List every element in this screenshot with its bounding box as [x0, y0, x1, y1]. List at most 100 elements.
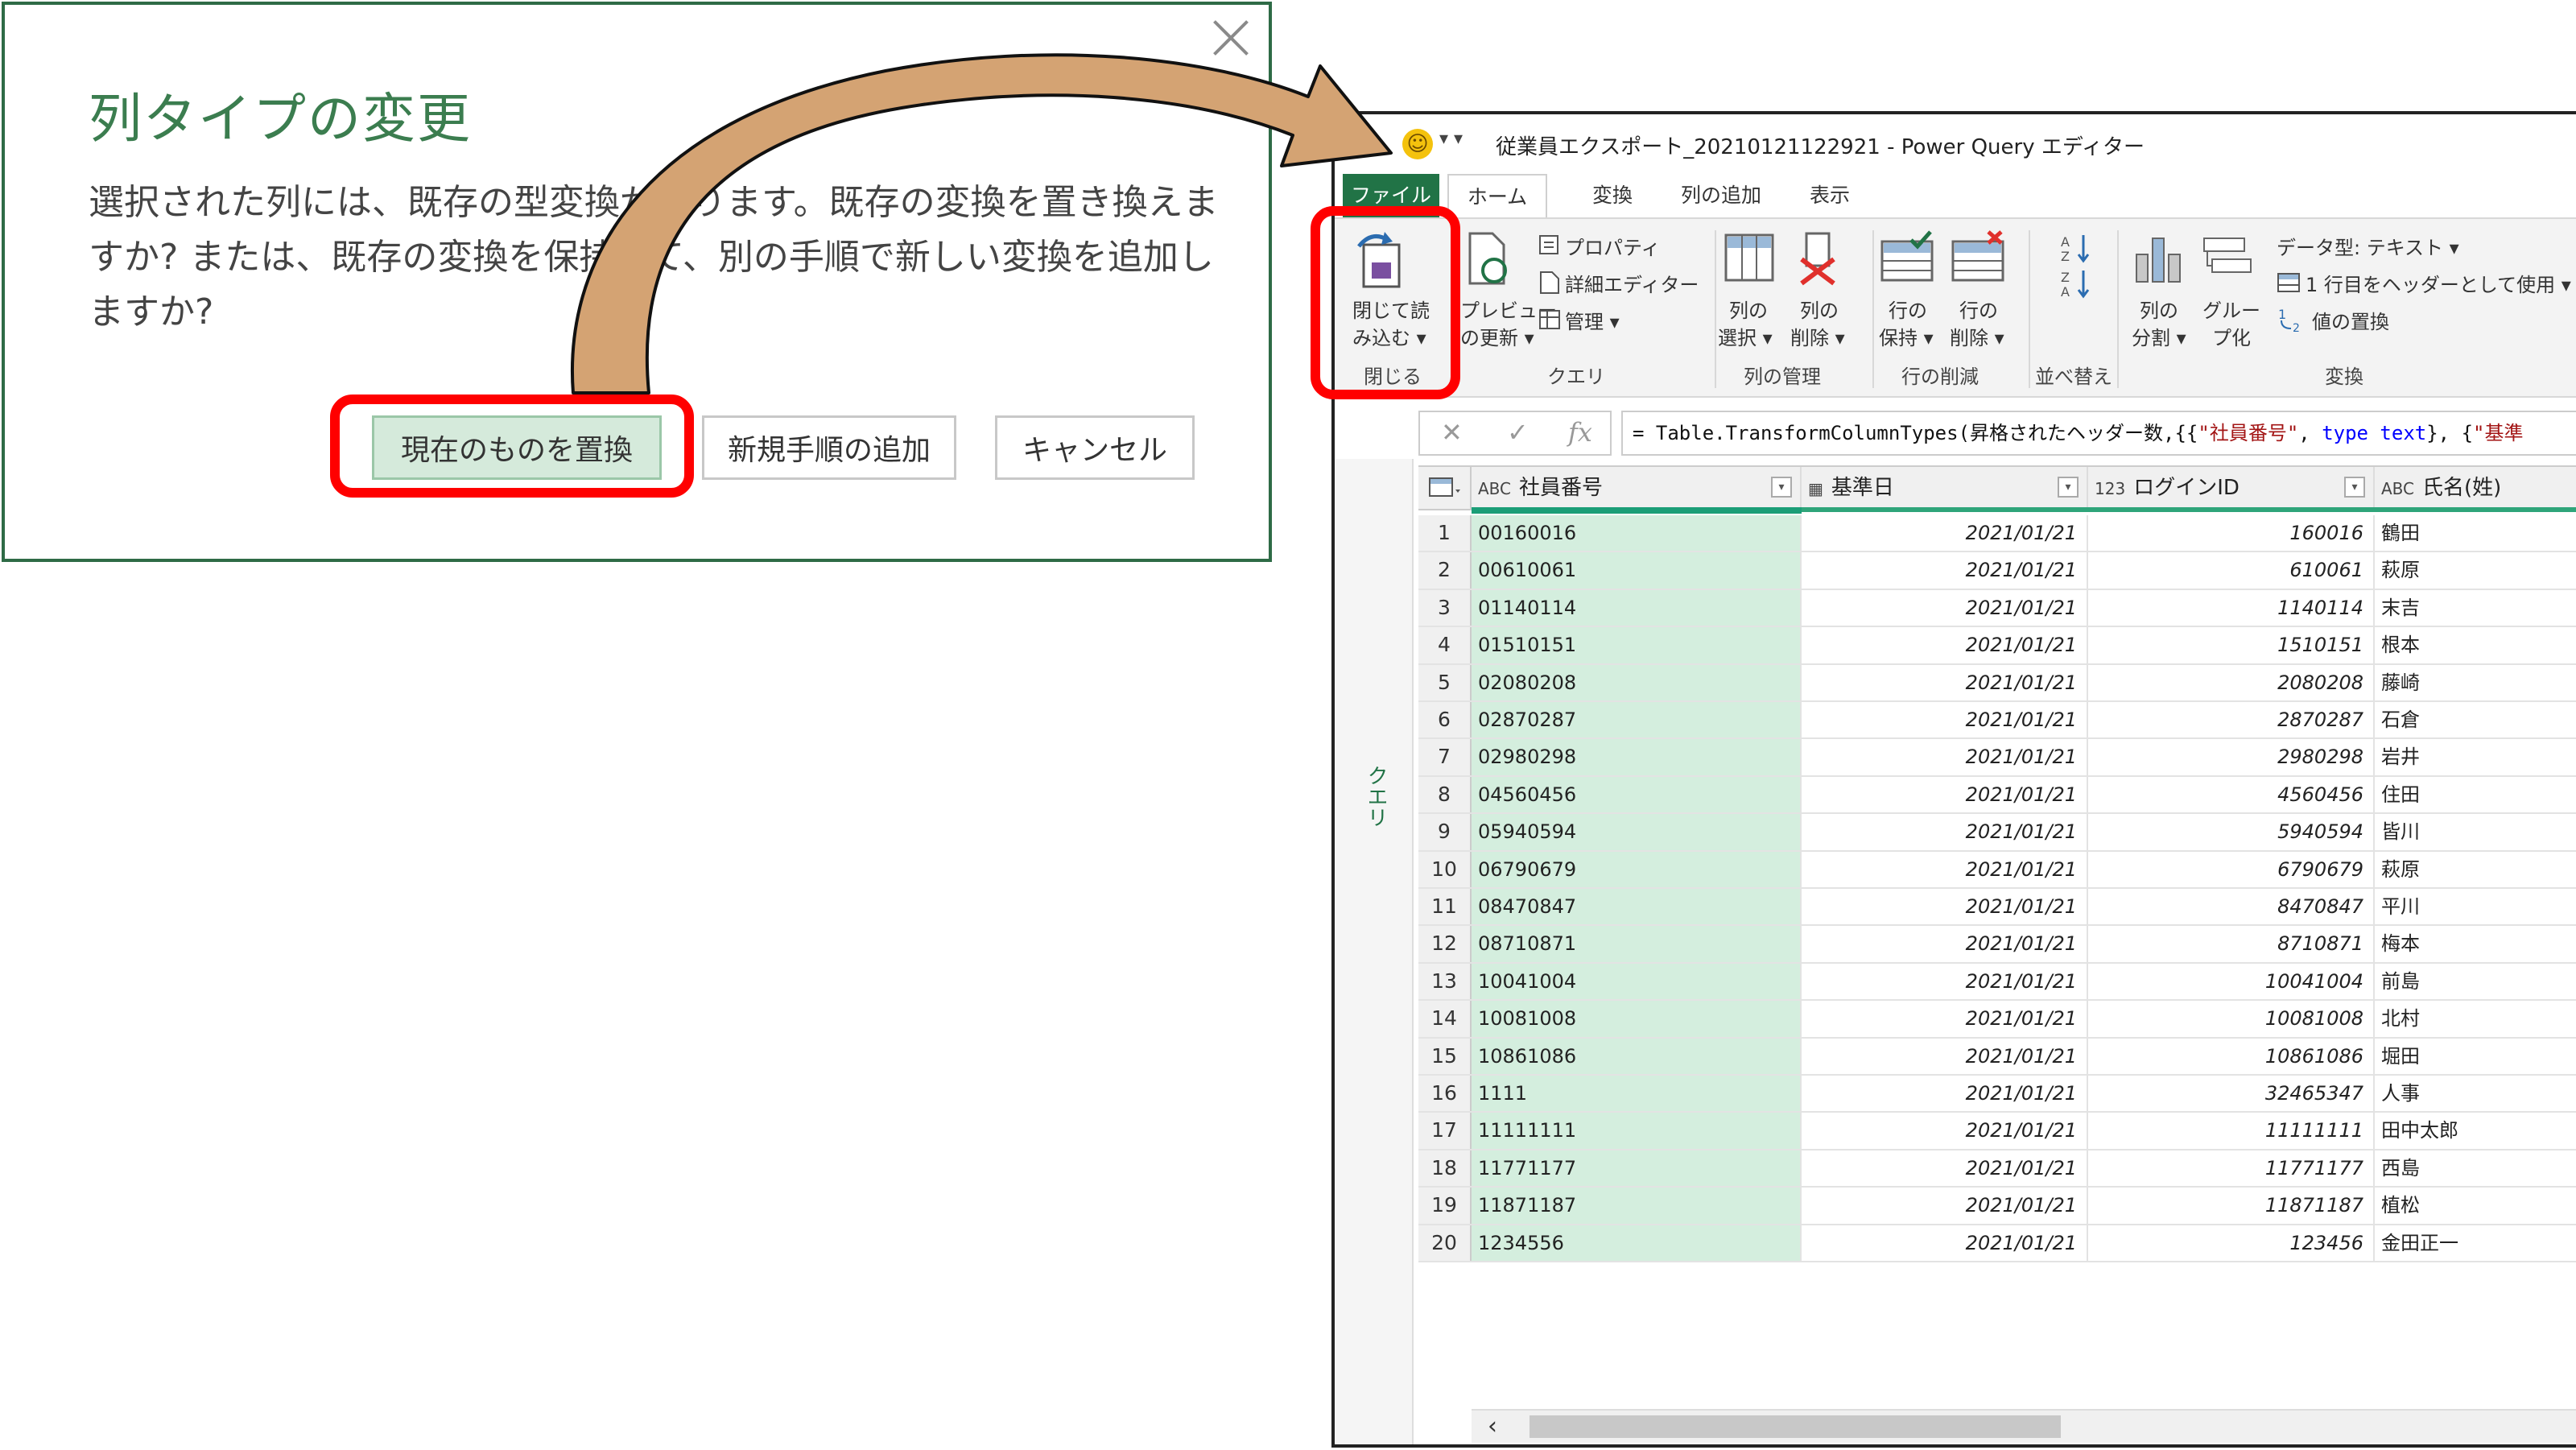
- confirm-formula-icon[interactable]: ✓: [1507, 417, 1529, 448]
- employee-id-cell[interactable]: 00610061: [1472, 552, 1802, 589]
- last-name-cell[interactable]: 金田正一: [2375, 1225, 2576, 1261]
- row-number[interactable]: 15: [1418, 1038, 1472, 1074]
- login-id-cell[interactable]: 6790679: [2088, 851, 2375, 887]
- fx-icon[interactable]: fx: [1568, 417, 1592, 448]
- row-number[interactable]: 9: [1418, 814, 1472, 850]
- last-name-cell[interactable]: 前島: [2375, 964, 2576, 999]
- base-date-cell[interactable]: 2021/01/21: [1802, 552, 2088, 589]
- last-name-cell[interactable]: 岩井: [2375, 739, 2576, 775]
- login-id-cell[interactable]: 11871187: [2088, 1188, 2375, 1224]
- table-row[interactable]: 11 08470847 2021/01/21 8470847 平川: [1418, 889, 2576, 927]
- employee-id-cell[interactable]: 10041004: [1472, 963, 1802, 1000]
- row-number[interactable]: 5: [1418, 664, 1472, 700]
- base-date-cell[interactable]: 2021/01/21: [1802, 702, 2088, 738]
- table-row[interactable]: 1 00160016 2021/01/21 160016 鶴田: [1418, 515, 2576, 553]
- table-row[interactable]: 14 10081008 2021/01/21 10081008 北村: [1418, 1001, 2576, 1039]
- login-id-cell[interactable]: 8470847: [2088, 889, 2375, 925]
- employee-id-cell[interactable]: 01140114: [1472, 589, 1802, 626]
- last-name-cell[interactable]: 根本: [2375, 627, 2576, 663]
- row-number[interactable]: 10: [1418, 851, 1472, 887]
- login-id-cell[interactable]: 11771177: [2088, 1150, 2375, 1187]
- last-name-cell[interactable]: 末吉: [2375, 590, 2576, 626]
- login-id-cell[interactable]: 10081008: [2088, 1001, 2375, 1037]
- row-number[interactable]: 2: [1418, 552, 1472, 589]
- employee-id-cell[interactable]: 11871187: [1472, 1188, 1802, 1224]
- cancel-formula-icon[interactable]: ✕: [1441, 417, 1463, 448]
- number-type-icon[interactable]: 123: [2095, 479, 2125, 498]
- row-number[interactable]: 12: [1418, 926, 1472, 962]
- row-number[interactable]: 4: [1418, 627, 1472, 663]
- row-number[interactable]: 13: [1418, 963, 1472, 1000]
- base-date-cell[interactable]: 2021/01/21: [1802, 1150, 2088, 1187]
- base-date-cell[interactable]: 2021/01/21: [1802, 739, 2088, 775]
- data-type-dropdown[interactable]: データ型: テキスト ▾: [2277, 232, 2459, 260]
- base-date-cell[interactable]: 2021/01/21: [1802, 515, 2088, 551]
- table-row[interactable]: 3 01140114 2021/01/21 1140114 末吉: [1418, 589, 2576, 628]
- base-date-cell[interactable]: 2021/01/21: [1802, 776, 2088, 813]
- last-name-cell[interactable]: 人事: [2375, 1076, 2576, 1111]
- last-name-cell[interactable]: 藤崎: [2375, 665, 2576, 700]
- last-name-cell[interactable]: 西島: [2375, 1150, 2576, 1186]
- table-row[interactable]: 17 11111111 2021/01/21 11111111 田中太郎: [1418, 1113, 2576, 1150]
- filter-dropdown-icon[interactable]: ▾: [1771, 477, 1792, 498]
- last-name-cell[interactable]: 鶴田: [2375, 515, 2576, 551]
- login-id-cell[interactable]: 160016: [2088, 515, 2375, 551]
- row-number[interactable]: 19: [1418, 1188, 1472, 1224]
- row-number[interactable]: 11: [1418, 889, 1472, 925]
- base-date-cell[interactable]: 2021/01/21: [1802, 963, 2088, 1000]
- employee-id-cell[interactable]: 00160016: [1472, 515, 1802, 551]
- table-row[interactable]: 16 1111 2021/01/21 32465347 人事: [1418, 1076, 2576, 1113]
- last-name-cell[interactable]: 梅本: [2375, 926, 2576, 961]
- login-id-cell[interactable]: 10041004: [2088, 963, 2375, 1000]
- tab-add-column[interactable]: 列の追加: [1665, 174, 1777, 217]
- employee-id-cell[interactable]: 1111: [1472, 1076, 1802, 1112]
- queries-pane-label[interactable]: クエリ: [1359, 765, 1391, 828]
- employee-id-cell[interactable]: 04560456: [1472, 776, 1802, 813]
- table-menu-icon[interactable]: [1418, 467, 1472, 509]
- last-name-cell[interactable]: 田中太郎: [2375, 1113, 2576, 1148]
- login-id-cell[interactable]: 610061: [2088, 552, 2375, 589]
- filter-dropdown-icon[interactable]: ▾: [2058, 477, 2079, 498]
- column-header-base-date[interactable]: ▦ 基準日 ▾: [1802, 467, 2088, 509]
- base-date-cell[interactable]: 2021/01/21: [1802, 1113, 2088, 1149]
- tab-view[interactable]: 表示: [1790, 174, 1870, 217]
- table-row[interactable]: 15 10861086 2021/01/21 10861086 堀田: [1418, 1038, 2576, 1076]
- row-number[interactable]: 16: [1418, 1076, 1472, 1112]
- scrollbar-thumb[interactable]: [1530, 1415, 2061, 1438]
- date-type-icon[interactable]: ▦: [1808, 479, 1823, 498]
- login-id-cell[interactable]: 2980298: [2088, 739, 2375, 775]
- row-number[interactable]: 1: [1418, 515, 1472, 551]
- login-id-cell[interactable]: 2870287: [2088, 702, 2375, 738]
- close-icon[interactable]: [1212, 19, 1249, 56]
- base-date-cell[interactable]: 2021/01/21: [1802, 664, 2088, 700]
- row-number[interactable]: 17: [1418, 1113, 1472, 1149]
- employee-id-cell[interactable]: 11111111: [1472, 1113, 1802, 1149]
- login-id-cell[interactable]: 10861086: [2088, 1038, 2375, 1074]
- employee-id-cell[interactable]: 02980298: [1472, 739, 1802, 775]
- login-id-cell[interactable]: 123456: [2088, 1225, 2375, 1261]
- column-header-employee-id[interactable]: ABC 社員番号 ▾: [1472, 467, 1802, 509]
- last-name-cell[interactable]: 萩原: [2375, 552, 2576, 588]
- login-id-cell[interactable]: 4560456: [2088, 776, 2375, 813]
- login-id-cell[interactable]: 32465347: [2088, 1076, 2375, 1112]
- employee-id-cell[interactable]: 02080208: [1472, 664, 1802, 700]
- formula-input[interactable]: = Table.TransformColumnTypes(昇格されたヘッダー数,…: [1621, 411, 2576, 456]
- base-date-cell[interactable]: 2021/01/21: [1802, 589, 2088, 626]
- row-number[interactable]: 18: [1418, 1150, 1472, 1187]
- login-id-cell[interactable]: 2080208: [2088, 664, 2375, 700]
- login-id-cell[interactable]: 8710871: [2088, 926, 2375, 962]
- base-date-cell[interactable]: 2021/01/21: [1802, 926, 2088, 962]
- column-header-login-id[interactable]: 123 ログインID ▾: [2088, 467, 2375, 509]
- last-name-cell[interactable]: 堀田: [2375, 1039, 2576, 1074]
- employee-id-cell[interactable]: 10861086: [1472, 1038, 1802, 1074]
- base-date-cell[interactable]: 2021/01/21: [1802, 1225, 2088, 1261]
- text-type-icon[interactable]: ABC: [2381, 479, 2414, 498]
- login-id-cell[interactable]: 5940594: [2088, 814, 2375, 850]
- last-name-cell[interactable]: 北村: [2375, 1001, 2576, 1036]
- tab-home[interactable]: ホーム: [1447, 174, 1547, 217]
- employee-id-cell[interactable]: 1234556: [1472, 1225, 1802, 1261]
- row-number[interactable]: 3: [1418, 589, 1472, 626]
- employee-id-cell[interactable]: 06790679: [1472, 851, 1802, 887]
- base-date-cell[interactable]: 2021/01/21: [1802, 1076, 2088, 1112]
- table-row[interactable]: 8 04560456 2021/01/21 4560456 住田: [1418, 776, 2576, 815]
